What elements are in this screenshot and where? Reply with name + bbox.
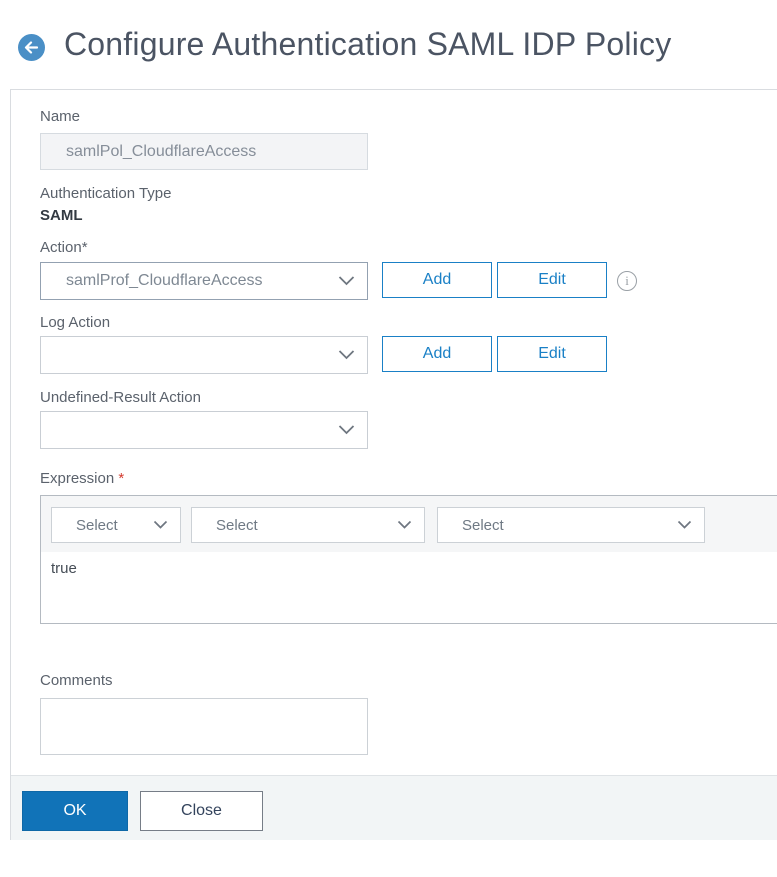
name-input[interactable]	[40, 133, 368, 170]
action-label: Action*	[40, 239, 88, 256]
expression-operand-select-3[interactable]: Select	[437, 507, 705, 543]
page-title: Configure Authentication SAML IDP Policy	[64, 26, 672, 62]
action-edit-button[interactable]: Edit	[497, 262, 607, 298]
log-action-edit-button[interactable]: Edit	[497, 336, 607, 372]
chevron-down-icon	[397, 520, 412, 530]
chevron-down-icon	[338, 350, 355, 361]
back-button[interactable]	[18, 34, 45, 61]
name-label: Name	[40, 108, 81, 125]
comments-textarea[interactable]	[40, 698, 368, 755]
chevron-down-icon	[338, 276, 355, 287]
auth-type-label: Authentication Type	[40, 185, 172, 202]
expression-builder: Select Select Select true	[40, 495, 777, 624]
log-action-add-button[interactable]: Add	[382, 336, 492, 372]
action-select-value: samlProf_CloudflareAccess	[66, 272, 263, 289]
expression-input[interactable]: true	[41, 552, 777, 623]
action-add-button[interactable]: Add	[382, 262, 492, 298]
expression-label: Expression *	[40, 470, 125, 487]
expression-operand-select-2[interactable]: Select	[191, 507, 425, 543]
expression-toolbar: Select Select Select	[41, 496, 777, 553]
log-action-label: Log Action	[40, 314, 111, 331]
ok-button[interactable]: OK	[22, 791, 128, 831]
chevron-down-icon	[677, 520, 692, 530]
arrow-left-icon	[24, 41, 39, 54]
comments-label: Comments	[40, 672, 113, 689]
undefined-result-action-select[interactable]	[40, 411, 368, 449]
chevron-down-icon	[338, 425, 355, 436]
log-action-select[interactable]	[40, 336, 368, 374]
undefined-result-action-label: Undefined-Result Action	[40, 389, 201, 406]
chevron-down-icon	[153, 520, 168, 530]
action-select[interactable]: samlProf_CloudflareAccess	[40, 262, 368, 300]
info-icon[interactable]: i	[617, 271, 637, 291]
required-asterisk: *	[118, 470, 125, 487]
close-button[interactable]: Close	[140, 791, 263, 831]
auth-type-value: SAML	[40, 207, 83, 224]
expression-operand-select-1[interactable]: Select	[51, 507, 181, 543]
